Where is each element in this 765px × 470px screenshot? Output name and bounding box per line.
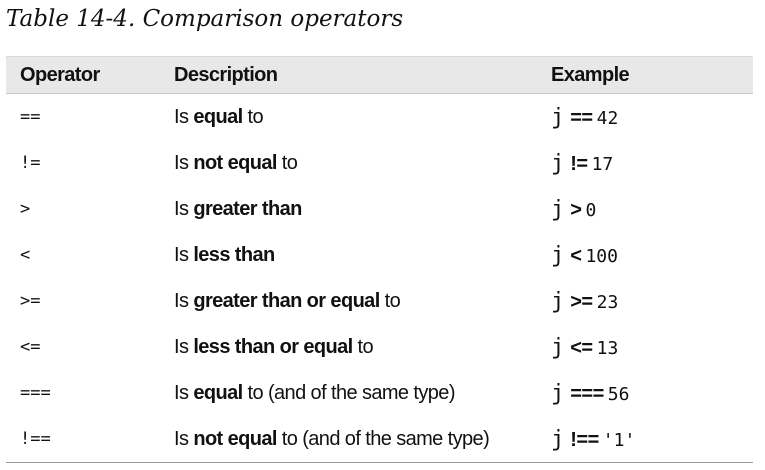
operator-cell: != <box>20 153 41 173</box>
table-header-row: Operator Description Example <box>6 56 753 94</box>
comparison-operators-table: Operator Description Example == Is equal… <box>6 56 753 463</box>
example-cell: j >= 23 <box>551 289 619 314</box>
description-cell: Is greater than or equal to <box>174 290 401 312</box>
operator-cell: <= <box>20 337 41 357</box>
description-cell: Is greater than <box>174 198 302 220</box>
operator-cell: == <box>20 107 41 127</box>
table-row: === Is equal to (and of the same type) j… <box>6 370 753 416</box>
description-cell: Is less than or equal to <box>174 336 374 358</box>
description-cell: Is not equal to <box>174 152 298 174</box>
header-example: Example <box>551 64 630 86</box>
description-cell: Is equal to <box>174 106 264 128</box>
header-description: Description <box>174 64 278 86</box>
example-cell: j <= 13 <box>551 335 619 360</box>
operator-cell: === <box>20 383 51 403</box>
description-cell: Is less than <box>174 244 275 266</box>
operator-cell: > <box>20 199 31 219</box>
example-cell: j === 56 <box>551 381 630 406</box>
description-cell: Is not equal to (and of the same type) <box>174 428 490 450</box>
example-cell: j <100 <box>551 243 618 268</box>
operator-cell: >= <box>20 291 41 311</box>
description-cell: Is equal to (and of the same type) <box>174 382 455 404</box>
table-caption: Table 14-4. Comparison operators <box>6 6 404 32</box>
example-cell: j !== '1' <box>551 427 636 452</box>
table-row: != Is not equal to j != 17 <box>6 140 753 186</box>
table-row: !== Is not equal to (and of the same typ… <box>6 416 753 463</box>
operator-cell: < <box>20 245 31 265</box>
table-row: >= Is greater than or equal to j >= 23 <box>6 278 753 324</box>
example-cell: j == 42 <box>551 105 619 130</box>
table-row: <= Is less than or equal to j <= 13 <box>6 324 753 370</box>
example-cell: j != 17 <box>551 151 614 176</box>
header-operator: Operator <box>20 64 100 86</box>
example-cell: j >0 <box>551 197 597 222</box>
table-row: == Is equal to j == 42 <box>6 94 753 140</box>
table-row: > Is greater than j >0 <box>6 186 753 232</box>
table-row: < Is less than j <100 <box>6 232 753 278</box>
operator-cell: !== <box>20 429 51 449</box>
